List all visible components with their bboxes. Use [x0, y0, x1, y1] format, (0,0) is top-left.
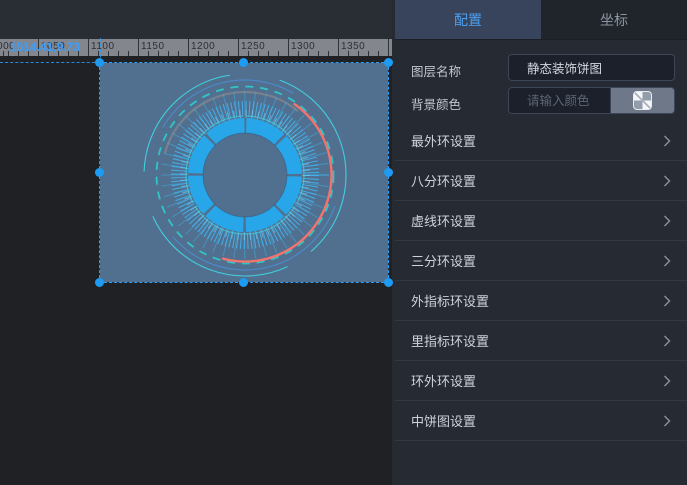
section-center-pie[interactable]: 中饼图设置: [395, 401, 687, 441]
ruler-label: 1100: [91, 41, 115, 52]
section-label: 中饼图设置: [411, 411, 476, 430]
settings-list: 最外环设置 八分环设置 虚线环设置 三分环设置 外指标环设置 里指标环设置: [395, 121, 687, 441]
layer-name-input[interactable]: [508, 54, 675, 81]
transparent-swatch-icon: [633, 91, 652, 110]
selection-handle-e[interactable]: [384, 168, 393, 177]
alignment-guide-horizontal: [0, 62, 100, 63]
background-color-label: 背景颜色: [411, 94, 461, 113]
chevron-right-icon: [663, 135, 671, 147]
decorative-pie-chart: [100, 63, 388, 282]
chevron-right-icon: [663, 375, 671, 387]
selection-handle-nw[interactable]: [95, 58, 104, 67]
section-outer-indicator-ring[interactable]: 外指标环设置: [395, 281, 687, 321]
chevron-right-icon: [663, 335, 671, 347]
panel-tabs: 配置 坐标: [395, 0, 687, 40]
section-label: 八分环设置: [411, 171, 476, 190]
mouse-coordinates-label: 1514.41,9.73: [10, 40, 80, 54]
selection-handle-w[interactable]: [95, 168, 104, 177]
section-label: 三分环设置: [411, 251, 476, 270]
section-label: 环外环设置: [411, 371, 476, 390]
section-eight-part-ring[interactable]: 八分环设置: [395, 161, 687, 201]
selection-handle-se[interactable]: [384, 278, 393, 287]
tab-config[interactable]: 配置: [395, 0, 541, 39]
section-label: 最外环设置: [411, 131, 476, 150]
ruler-label: 1200: [191, 41, 215, 52]
chevron-right-icon: [663, 295, 671, 307]
color-picker-button[interactable]: [611, 87, 675, 114]
canvas-area[interactable]: 1000 1050 1100 1150 1200 1250 1300 1350 …: [0, 0, 395, 485]
selection-handle-s[interactable]: [239, 278, 248, 287]
chevron-right-icon: [663, 215, 671, 227]
center-hole: [203, 133, 287, 217]
section-inner-indicator-ring[interactable]: 里指标环设置: [395, 321, 687, 361]
layer-name-label: 图层名称: [411, 61, 461, 80]
section-label: 里指标环设置: [411, 331, 489, 350]
section-label: 外指标环设置: [411, 291, 489, 310]
section-dashed-ring[interactable]: 虚线环设置: [395, 201, 687, 241]
selected-widget-decorative-pie[interactable]: [100, 63, 388, 282]
ruler-label: 1300: [291, 41, 315, 52]
selection-handle-n[interactable]: [239, 58, 248, 67]
canvas-top-strip: [0, 0, 395, 39]
chevron-right-icon: [663, 415, 671, 427]
config-panel: 配置 坐标 图层名称 背景颜色 最外环设置 八分环设置 虚线环设置: [395, 0, 687, 485]
chevron-right-icon: [663, 255, 671, 267]
ruler-label: 1350: [341, 41, 365, 52]
section-label: 虚线环设置: [411, 211, 476, 230]
eight-segment-donut-ring: [194, 124, 296, 226]
ruler-label: 1250: [241, 41, 265, 52]
app-root: 1000 1050 1100 1150 1200 1250 1300 1350 …: [0, 0, 687, 485]
tick-ring-long: [173, 103, 317, 247]
background-color-input[interactable]: [508, 87, 611, 114]
section-ring-outer-ring[interactable]: 环外环设置: [395, 361, 687, 401]
selection-handle-sw[interactable]: [95, 278, 104, 287]
section-three-part-ring[interactable]: 三分环设置: [395, 241, 687, 281]
selection-handle-ne[interactable]: [384, 58, 393, 67]
tab-coordinates[interactable]: 坐标: [541, 0, 687, 39]
section-outermost-ring[interactable]: 最外环设置: [395, 121, 687, 161]
chevron-right-icon: [663, 175, 671, 187]
ruler-label: 1150: [141, 41, 165, 52]
